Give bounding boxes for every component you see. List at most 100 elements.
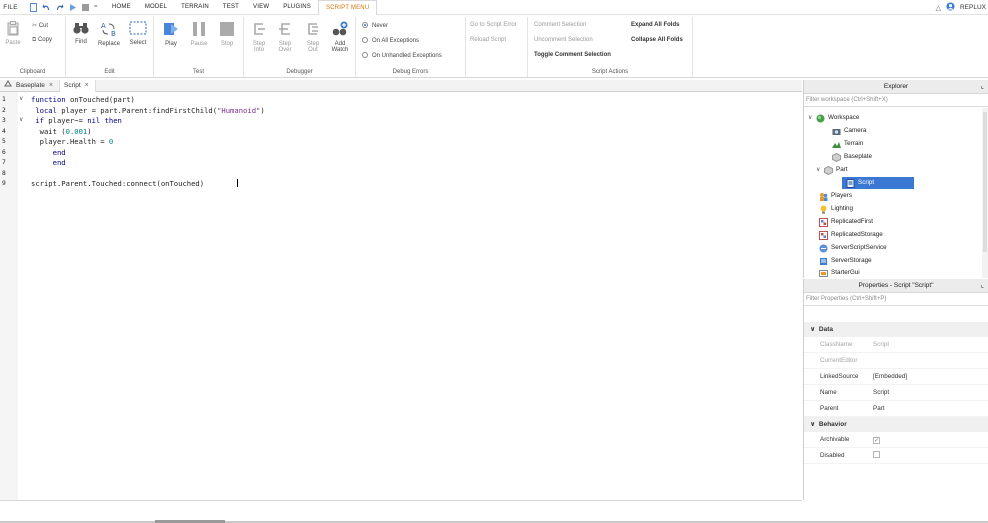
script-navigation-group: Go to Script Error Reload Script [466, 17, 528, 77]
uncomment-selection-button[interactable]: Uncomment Selection [534, 37, 593, 43]
expand-icon[interactable]: ∨ [816, 164, 824, 176]
redo-icon[interactable] [55, 3, 64, 12]
play-quick-icon[interactable] [68, 3, 77, 12]
debug-errors-group-label: Debug Errors [392, 69, 429, 75]
play-button[interactable]: Play [160, 21, 182, 47]
replicated-icon [819, 217, 828, 227]
stop-quick-icon[interactable] [81, 3, 90, 12]
archivable-checkbox[interactable]: ✓ [873, 437, 880, 444]
new-file-icon[interactable] [29, 2, 38, 12]
tab-test[interactable]: TEST [216, 0, 246, 15]
pin-icon[interactable]: ⌞ [981, 279, 984, 293]
tree-item-part[interactable]: ∨ Part [816, 164, 848, 176]
tab-terrain[interactable]: TERRAIN [174, 0, 216, 15]
explorer-header: Explorer ⌞ [804, 80, 988, 94]
comment-selection-button[interactable]: Comment Selection [534, 22, 586, 28]
parent-value[interactable]: Part [870, 401, 988, 416]
goto-script-error-button[interactable]: Go to Script Error [470, 22, 517, 28]
tree-item-script[interactable]: Script [842, 177, 914, 189]
script-editor[interactable]: 1 2 3 4 5 6 7 8 9 ∨ ∨ function onTouched… [0, 92, 802, 500]
disabled-checkbox[interactable] [873, 451, 880, 458]
linkedsource-value[interactable]: [Embedded] [870, 369, 988, 384]
fold-toggle-icon[interactable]: ∨ [19, 95, 23, 102]
name-value[interactable]: Script [870, 385, 988, 400]
tab-model[interactable]: MODEL [138, 0, 174, 15]
explorer-scrollbar[interactable] [982, 108, 988, 278]
property-row-disabled[interactable]: Disabled [804, 448, 988, 464]
expand-all-folds-button[interactable]: Expand All Folds [631, 22, 679, 28]
property-row-linkedsource[interactable]: LinkedSource [Embedded] [804, 369, 988, 385]
tree-item-replicated-storage[interactable]: ReplicatedStorage [816, 229, 883, 241]
step-out-button[interactable]: Step Out [302, 21, 324, 53]
code-line-2[interactable]: local player = part.Parent:findFirstChil… [31, 106, 264, 115]
tree-item-lighting[interactable]: Lighting [816, 203, 853, 215]
code-line-5[interactable]: player.Health = 0 [31, 137, 114, 146]
step-into-button[interactable]: Step Into [248, 21, 270, 53]
explorer-filter-input[interactable]: Filter workspace (Ctrl+Shift+X) [804, 94, 988, 107]
tab-script[interactable]: Script × [60, 80, 96, 92]
pause-button[interactable]: Pause [188, 21, 210, 47]
fold-toggle-icon[interactable]: ∨ [19, 116, 23, 123]
radio-never[interactable]: Never [362, 22, 388, 29]
code-line-1[interactable]: function onTouched(part) [31, 95, 135, 104]
code-line-6[interactable]: end [31, 148, 66, 157]
radio-all-exceptions[interactable]: On All Exceptions [362, 37, 419, 44]
close-tab-baseplate-icon[interactable]: × [49, 80, 53, 92]
tree-item-starter-gui[interactable]: StarterGui [816, 267, 860, 279]
pin-icon[interactable]: ⌞ [981, 80, 984, 94]
tree-item-server-storage[interactable]: ServerStorage [816, 255, 872, 267]
tab-plugins[interactable]: PLUGINS [276, 0, 318, 15]
property-row-archivable[interactable]: Archivable ✓ [804, 432, 988, 448]
close-tab-script-icon[interactable]: × [85, 80, 89, 92]
stop-button[interactable]: Stop [216, 21, 238, 47]
property-row-parent[interactable]: Parent Part [804, 401, 988, 417]
category-data[interactable]: ∨ Data [804, 322, 988, 337]
customize-dropdown-icon[interactable]: = [94, 3, 99, 12]
username[interactable]: REPLUX [960, 4, 986, 11]
tree-item-baseplate[interactable]: Baseplate [824, 151, 872, 163]
camera-icon [832, 127, 841, 136]
tab-baseplate[interactable]: Baseplate × [0, 80, 61, 92]
cut-button[interactable]: ✂ Cut [32, 22, 48, 29]
starter-gui-icon [819, 269, 828, 278]
tab-script-menu[interactable]: SCRIPT MENU [317, 0, 378, 15]
properties-panel: Properties - Script "Script" ⌞ Filter Pr… [803, 279, 988, 500]
paste-button[interactable]: Paste [4, 21, 22, 46]
step-over-button[interactable]: Step Over [274, 21, 296, 53]
add-watch-button[interactable]: Add Watch [328, 21, 352, 53]
collapse-ribbon-icon[interactable]: △ [936, 4, 941, 12]
undo-icon[interactable] [42, 3, 51, 12]
collapse-icon[interactable]: ∨ [810, 421, 815, 428]
reload-script-button[interactable]: Reload Script [470, 37, 506, 43]
select-button[interactable]: Select [126, 21, 150, 46]
tree-item-server-script-service[interactable]: ServerScriptService [816, 242, 887, 254]
explorer-scroll-thumb[interactable] [983, 112, 987, 252]
paste-icon [4, 21, 22, 38]
tree-item-workspace[interactable]: ∨ Workspace [808, 112, 859, 124]
property-row-name[interactable]: Name Script [804, 385, 988, 401]
code-line-7[interactable]: end [31, 158, 66, 167]
collapse-icon[interactable]: ∨ [810, 326, 815, 333]
replace-button[interactable]: AB Replace [96, 21, 122, 47]
code-line-9[interactable]: script.Parent.Touched:connect(onTouched) [31, 179, 204, 188]
code-line-4[interactable]: wait (0.001) [31, 127, 92, 136]
expand-icon[interactable]: ∨ [808, 112, 816, 124]
tab-view[interactable]: VIEW [246, 0, 276, 15]
tree-item-camera[interactable]: Camera [824, 125, 866, 137]
toggle-comment-button[interactable]: Toggle Comment Selection [534, 52, 611, 58]
file-menu[interactable]: FILE [0, 4, 21, 11]
add-watch-icon [328, 21, 352, 39]
radio-unhandled-exceptions[interactable]: On Unhandled Exceptions [362, 52, 442, 59]
tab-home[interactable]: HOME [105, 0, 138, 15]
find-button[interactable]: Find [70, 21, 92, 45]
tree-item-replicated-first[interactable]: ReplicatedFirst [816, 216, 873, 228]
lighting-icon [819, 205, 828, 214]
collapse-all-folds-button[interactable]: Collapse All Folds [631, 37, 683, 43]
properties-filter-input[interactable]: Filter Properties (Ctrl+Shift+P) [804, 293, 988, 306]
avatar[interactable] [946, 2, 955, 13]
tree-item-players[interactable]: Players [816, 190, 852, 202]
copy-button[interactable]: ⧉ Copy [32, 37, 52, 44]
code-line-3[interactable]: if player~= nil then [31, 116, 122, 125]
category-behavior[interactable]: ∨ Behavior [804, 417, 988, 432]
tree-item-terrain[interactable]: Terrain [824, 138, 863, 150]
